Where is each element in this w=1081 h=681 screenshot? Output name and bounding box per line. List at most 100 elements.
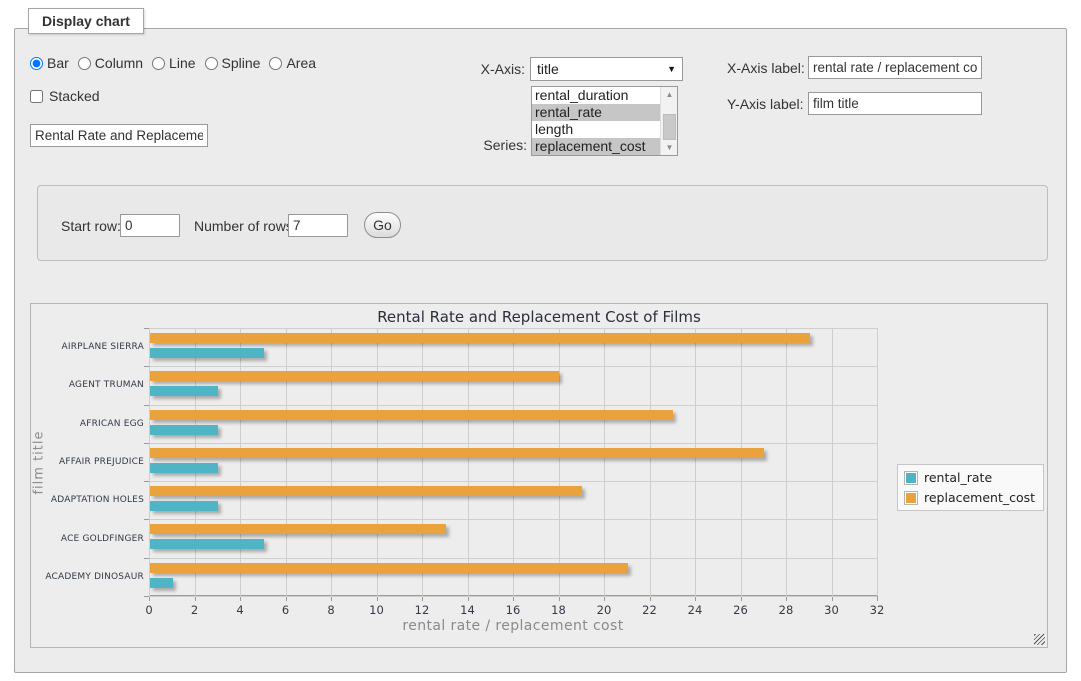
series-listbox[interactable]: rental_durationrental_ratelengthreplacem…: [531, 86, 678, 156]
x-tick-label: 32: [870, 603, 885, 617]
chart-type-column[interactable]: Column: [78, 55, 143, 71]
bar-replacement_cost: [150, 333, 810, 343]
x-tick-label: 24: [688, 603, 703, 617]
chart-type-bar[interactable]: Bar: [30, 55, 69, 71]
x-tick-label: 8: [327, 603, 334, 617]
category-label: AIRPLANE SIERRA: [31, 342, 144, 352]
legend-label: replacement_cost: [924, 490, 1035, 505]
category-label: AFFAIR PREJUDICE: [31, 457, 144, 467]
x-tick-label: 2: [191, 603, 198, 617]
category-label: ACE GOLDFINGER: [31, 534, 144, 544]
x-tick-label: 20: [597, 603, 612, 617]
gridline-vertical: [695, 328, 696, 596]
legend-swatch-icon: [904, 471, 918, 485]
category-label: ACADEMY DINOSAUR: [31, 572, 144, 582]
x-tick-label: 30: [824, 603, 839, 617]
scroll-up-icon[interactable]: ▲: [661, 87, 678, 102]
y-tick-mark: [144, 405, 149, 406]
scroll-down-icon[interactable]: ▼: [661, 140, 678, 155]
chart-type-line-label: Line: [169, 55, 195, 71]
gridline-horizontal: [149, 519, 877, 520]
chart-title-input[interactable]: [30, 124, 208, 147]
chart-type-spline-label: Spline: [222, 55, 261, 71]
gridline-vertical: [377, 328, 378, 596]
legend-label: rental_rate: [924, 470, 992, 485]
start-row-label: Start row:: [61, 218, 121, 234]
chart-type-area-label: Area: [286, 55, 316, 71]
start-row-input[interactable]: [120, 214, 180, 237]
go-button[interactable]: Go: [364, 212, 401, 238]
scrollbar-thumb[interactable]: [663, 114, 676, 140]
legend-item-rental_rate: rental_rate: [904, 470, 1035, 485]
y-tick-mark: [144, 481, 149, 482]
bar-replacement_cost: [150, 448, 764, 458]
bar-replacement_cost: [150, 410, 673, 420]
gridline-vertical: [741, 328, 742, 596]
bar-rental_rate: [150, 578, 173, 588]
gridline-horizontal: [149, 405, 877, 406]
y-tick-mark: [144, 366, 149, 367]
category-label: AGENT TRUMAN: [31, 380, 144, 390]
x-tick-label: 6: [282, 603, 289, 617]
y-tick-mark: [144, 596, 149, 597]
bar-rental_rate: [150, 539, 264, 549]
gridline-horizontal: [149, 481, 877, 482]
gridline-vertical: [786, 328, 787, 596]
series-option-replacement_cost[interactable]: replacement_cost: [532, 138, 660, 155]
chart-type-area-radio[interactable]: [269, 57, 282, 70]
gridline-vertical: [422, 328, 423, 596]
x-tick-label: 0: [145, 603, 152, 617]
legend-item-replacement_cost: replacement_cost: [904, 490, 1035, 505]
chart-type-spline[interactable]: Spline: [205, 55, 261, 71]
legend-swatch-icon: [904, 491, 918, 505]
x-tick-label: 14: [460, 603, 475, 617]
gridline-horizontal: [149, 443, 877, 444]
x-tick-label: 18: [551, 603, 566, 617]
x-axis-select[interactable]: title ▼: [530, 57, 683, 81]
chart-container: Rental Rate and Replacement Cost of Film…: [30, 303, 1048, 648]
gridline-vertical: [513, 328, 514, 596]
num-rows-input[interactable]: [288, 214, 348, 237]
row-controls-panel: Start row: Number of rows: Go: [37, 185, 1048, 261]
chart-legend: rental_rate replacement_cost: [897, 464, 1044, 511]
gridline-vertical: [650, 328, 651, 596]
bar-rental_rate: [150, 425, 218, 435]
gridline-vertical: [468, 328, 469, 596]
chart-type-column-label: Column: [95, 55, 143, 71]
chart-type-line-radio[interactable]: [152, 57, 165, 70]
y-axis-label-input[interactable]: [808, 92, 982, 115]
x-tick-label: 16: [506, 603, 521, 617]
series-options: rental_durationrental_ratelengthreplacem…: [532, 87, 660, 155]
bar-replacement_cost: [150, 524, 446, 534]
bar-rental_rate: [150, 348, 264, 358]
series-scrollbar[interactable]: ▲ ▼: [660, 87, 677, 155]
chart-type-line[interactable]: Line: [152, 55, 195, 71]
category-label: ADAPTATION HOLES: [31, 495, 144, 505]
chart-type-bar-radio[interactable]: [30, 57, 43, 70]
num-rows-label: Number of rows:: [194, 218, 297, 234]
x-tick-label: 26: [733, 603, 748, 617]
series-option-rental_rate[interactable]: rental_rate: [532, 104, 660, 121]
stacked-checkbox-row[interactable]: Stacked: [30, 88, 100, 104]
series-option-rental_duration[interactable]: rental_duration: [532, 87, 660, 104]
chart-x-axis-title: rental rate / replacement cost: [149, 618, 877, 634]
x-axis-select-label: X-Axis:: [468, 61, 525, 77]
gridline-vertical: [877, 328, 878, 596]
chart-plot: [149, 328, 877, 596]
bar-rental_rate: [150, 463, 218, 473]
y-tick-mark: [144, 443, 149, 444]
x-axis-label-input[interactable]: [808, 56, 982, 79]
chart-type-spline-radio[interactable]: [205, 57, 218, 70]
series-option-length[interactable]: length: [532, 121, 660, 138]
chart-type-area[interactable]: Area: [269, 55, 316, 71]
gridline-vertical: [832, 328, 833, 596]
chevron-down-icon: ▼: [667, 64, 676, 74]
panel-title: Display chart: [28, 8, 144, 34]
stacked-checkbox[interactable]: [30, 90, 43, 103]
x-tick-label: 12: [415, 603, 430, 617]
resize-handle-icon[interactable]: [1034, 634, 1045, 645]
gridline-vertical: [286, 328, 287, 596]
gridline-horizontal: [149, 328, 877, 329]
y-tick-mark: [144, 558, 149, 559]
chart-type-column-radio[interactable]: [78, 57, 91, 70]
